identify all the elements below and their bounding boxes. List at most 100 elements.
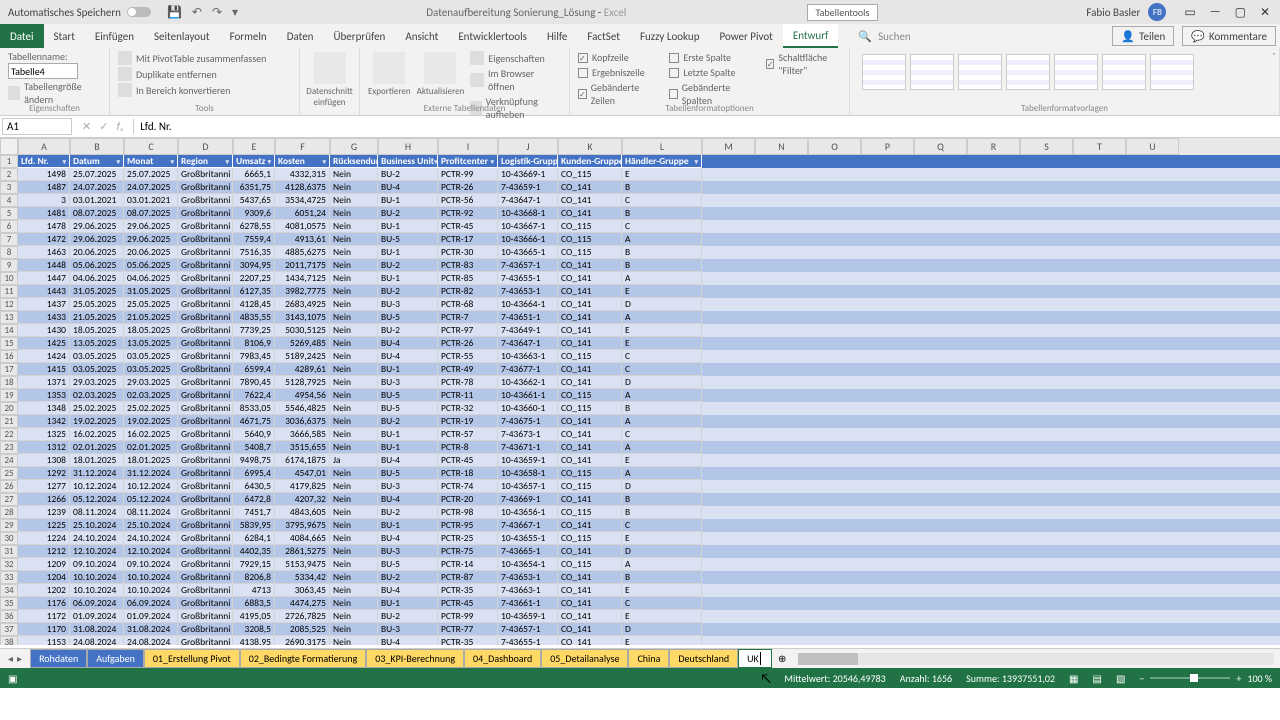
filter-dropdown-icon[interactable]: ▾ [62, 155, 66, 168]
refresh-icon[interactable] [424, 52, 456, 84]
cell[interactable]: 4289,61 [275, 363, 330, 376]
cell[interactable]: BU-5 [378, 402, 438, 415]
cell[interactable]: 10-43661-1 [498, 389, 558, 402]
column-header[interactable]: O [808, 138, 861, 155]
cell[interactable]: B [622, 571, 702, 584]
cell[interactable]: BU-2 [378, 571, 438, 584]
cell[interactable]: 5030,5125 [275, 324, 330, 337]
new-sheet-icon[interactable]: ⊕ [772, 652, 792, 665]
cell[interactable]: CO_115 [558, 467, 622, 480]
style-swatch[interactable] [862, 54, 906, 90]
cell[interactable]: 4547,01 [275, 467, 330, 480]
cell[interactable]: CO_141 [558, 597, 622, 610]
pivot-summarize-button[interactable]: Mit PivotTable zusammenfassen [118, 50, 291, 66]
cell[interactable]: 1348 [18, 402, 70, 415]
cell[interactable]: 7622,4 [233, 389, 275, 402]
row-header[interactable]: 13 [0, 311, 18, 324]
cell[interactable]: 1478 [18, 220, 70, 233]
cell[interactable]: A [622, 415, 702, 428]
cell[interactable]: 2861,5275 [275, 545, 330, 558]
style-swatch[interactable] [1054, 54, 1098, 90]
cell[interactable]: 1472 [18, 233, 70, 246]
cell[interactable]: PCTR-14 [438, 558, 498, 571]
cell[interactable]: 7-43677-1 [498, 363, 558, 376]
cell[interactable]: 4843,605 [275, 506, 330, 519]
cell[interactable]: 1437 [18, 298, 70, 311]
cell[interactable]: Nein [330, 285, 378, 298]
cell[interactable]: 04.06.2025 [70, 272, 124, 285]
ribbon-tab-überprüfen[interactable]: Überprüfen [323, 24, 395, 48]
zoom-in-icon[interactable]: + [1236, 672, 1241, 685]
row-header[interactable]: 20 [0, 402, 18, 415]
cell[interactable]: 1463 [18, 246, 70, 259]
cell[interactable]: E [622, 324, 702, 337]
cell[interactable]: CO_115 [558, 389, 622, 402]
undo-icon[interactable]: ↶ [192, 5, 202, 20]
cell[interactable]: 13.05.2025 [70, 337, 124, 350]
cell[interactable]: 31.05.2025 [70, 285, 124, 298]
cell[interactable]: Großbritanni [178, 272, 233, 285]
cell[interactable]: 7-43647-1 [498, 337, 558, 350]
sheet-tab[interactable]: 04_Dashboard [464, 649, 541, 668]
cell[interactable]: 1202 [18, 584, 70, 597]
cell[interactable]: 4128,6375 [275, 181, 330, 194]
cell[interactable]: CO_115 [558, 350, 622, 363]
cell[interactable]: 9498,75 [233, 454, 275, 467]
row-header[interactable]: 16 [0, 350, 18, 363]
cell[interactable]: 03.01.2021 [70, 194, 124, 207]
column-header[interactable]: U [1126, 138, 1179, 155]
style-swatch[interactable] [958, 54, 1002, 90]
name-box[interactable]: A1 [2, 118, 72, 135]
cell[interactable]: Großbritanni [178, 467, 233, 480]
cell[interactable]: 12.10.2024 [124, 545, 178, 558]
cell[interactable]: BU-4 [378, 350, 438, 363]
sheet-tab[interactable]: Deutschland [669, 649, 738, 668]
cell[interactable]: Nein [330, 402, 378, 415]
record-macro-icon[interactable]: ▣ [8, 672, 17, 685]
cell[interactable]: 1292 [18, 467, 70, 480]
cell[interactable]: CO_141 [558, 415, 622, 428]
cell[interactable]: BU-2 [378, 259, 438, 272]
cell[interactable]: 7929,15 [233, 558, 275, 571]
cell[interactable]: A [622, 311, 702, 324]
cell[interactable]: Großbritanni [178, 480, 233, 493]
cell[interactable]: BU-2 [378, 506, 438, 519]
cell[interactable]: BU-3 [378, 376, 438, 389]
column-header[interactable]: L [622, 138, 702, 155]
ribbon-tab-formeln[interactable]: Formeln [220, 24, 277, 48]
filter-dropdown-icon[interactable]: ▾ [322, 155, 326, 168]
cell[interactable]: BU-2 [378, 168, 438, 181]
cell[interactable]: 2683,4925 [275, 298, 330, 311]
cell[interactable]: Großbritanni [178, 610, 233, 623]
cell[interactable]: 7-43655-1 [498, 272, 558, 285]
row-header[interactable]: 3 [0, 181, 18, 194]
cell[interactable]: PCTR-26 [438, 181, 498, 194]
cell[interactable]: C [622, 519, 702, 532]
cell[interactable]: CO_141 [558, 337, 622, 350]
cell[interactable]: 10.12.2024 [70, 480, 124, 493]
cell[interactable]: 5839,95 [233, 519, 275, 532]
table-header-cell[interactable]: Lfd. Nr.▾ [18, 155, 70, 168]
cell[interactable]: 1209 [18, 558, 70, 571]
cell[interactable]: BU-5 [378, 467, 438, 480]
cell[interactable]: BU-4 [378, 454, 438, 467]
cell[interactable]: 10-43664-1 [498, 298, 558, 311]
cell[interactable]: A [622, 467, 702, 480]
sheet-nav-prev-icon[interactable]: ◂ [8, 652, 13, 665]
view-break-icon[interactable]: ▧ [1116, 672, 1125, 685]
cell[interactable]: Nein [330, 610, 378, 623]
cell[interactable]: 10-43668-1 [498, 207, 558, 220]
cell[interactable]: Nein [330, 571, 378, 584]
cell[interactable]: Großbritanni [178, 350, 233, 363]
cell[interactable]: CO_115 [558, 558, 622, 571]
cell[interactable]: CO_141 [558, 376, 622, 389]
cell[interactable]: 06.09.2024 [70, 597, 124, 610]
column-header[interactable]: P [861, 138, 914, 155]
ribbon-tab-hilfe[interactable]: Hilfe [537, 24, 577, 48]
cell[interactable]: 1225 [18, 519, 70, 532]
tablename-input[interactable] [8, 63, 78, 79]
cell[interactable]: 24.10.2024 [124, 532, 178, 545]
cell[interactable]: Großbritanni [178, 207, 233, 220]
filter-dropdown-icon[interactable]: ▾ [170, 155, 174, 168]
cell[interactable]: E [622, 532, 702, 545]
